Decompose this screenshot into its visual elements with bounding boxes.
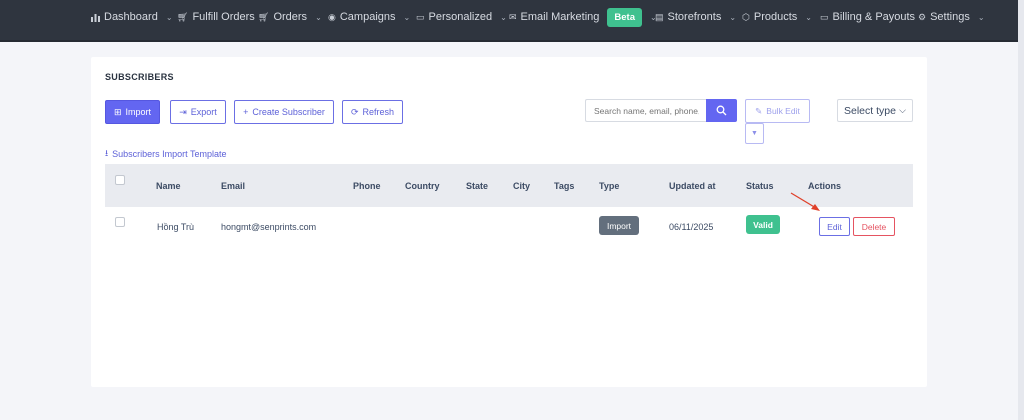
import-template-link[interactable]: ⭳ Subscribers Import Template: [105, 146, 227, 162]
chevron-down-icon: ⌄: [315, 12, 322, 22]
box-icon: ⬡: [742, 11, 750, 22]
annotation-arrow-icon: [790, 192, 820, 211]
target-icon: ◉: [328, 11, 336, 22]
cart-icon: 🛒︎: [177, 11, 189, 22]
subscriber-name: Hồng Trù: [157, 222, 195, 232]
chevron-down-icon: ⌄: [165, 12, 173, 22]
select-type-dropdown[interactable]: Select type ⌵: [837, 99, 913, 122]
nav-item-billing-payouts[interactable]: ▭ Billing & Payouts: [820, 0, 915, 34]
nav-item-email-marketing[interactable]: ✉ Email Marketing Beta ⌄: [509, 0, 657, 34]
column-header-state: State: [466, 180, 489, 191]
subscribers-card: SUBSCRIBERS ⊞ Import ⇥ Export + Create S…: [91, 57, 927, 387]
nav-item-label: Products: [753, 11, 798, 23]
row-checkbox[interactable]: [115, 217, 125, 227]
nav-item-label: Email Marketing: [520, 11, 600, 23]
nav-item-label: Settings: [930, 11, 970, 23]
select-type-value: Select type: [844, 104, 896, 117]
nav-item-label: Fulfill Orders: [192, 11, 255, 23]
chevron-down-icon: ⌄: [805, 12, 812, 22]
nav-item-label: Storefronts: [667, 11, 722, 23]
chevron-down-icon: ⌄: [500, 12, 507, 22]
import-icon: ⊞: [113, 106, 122, 117]
type-badge: Import: [599, 216, 639, 235]
column-header-status: Status: [746, 180, 774, 191]
search-input[interactable]: [585, 99, 707, 122]
bar-chart-icon: [91, 13, 100, 22]
updated-at: 06/11/2025: [669, 222, 714, 232]
import-button[interactable]: ⊞ Import: [105, 100, 160, 124]
column-header-type: Type: [599, 180, 620, 191]
chevron-down-icon: ⌄: [403, 12, 411, 22]
page-title: SUBSCRIBERS: [105, 72, 174, 82]
nav-item-label: Billing & Payouts: [832, 11, 916, 23]
nav-item-campaigns[interactable]: ◉ Campaigns ⌄: [328, 0, 410, 34]
card-icon: ▭: [820, 11, 829, 22]
nav-item-storefronts[interactable]: ▤ Storefronts ⌄: [655, 0, 736, 34]
import-button-label: Import: [125, 107, 152, 117]
nav-item-label: Dashboard: [104, 11, 158, 23]
nav-item-fulfill-orders[interactable]: 🛒︎ Fulfill Orders: [177, 0, 255, 34]
nav-item-label: Orders: [273, 11, 308, 23]
caret-down-icon: ▼: [751, 130, 758, 137]
nav-item-label: Campaigns: [339, 11, 396, 23]
chevron-down-icon: ⌄: [977, 12, 985, 22]
search-icon: [716, 105, 727, 116]
column-header-phone: Phone: [353, 180, 381, 191]
plus-icon: +: [243, 107, 249, 117]
column-header-name: Name: [156, 180, 181, 191]
column-header-tags: Tags: [554, 180, 575, 191]
column-header-country: Country: [405, 180, 440, 191]
column-header-city: City: [513, 180, 531, 191]
export-icon: ⇥: [179, 106, 187, 117]
nav-item-personalized[interactable]: ▭ Personalized ⌄: [416, 0, 507, 34]
import-template-label: Subscribers Import Template: [112, 149, 227, 159]
column-header-updated-at: Updated at: [669, 180, 716, 191]
gear-icon: ⚙: [918, 11, 927, 22]
refresh-icon: ⟳: [350, 106, 359, 117]
beta-badge: Beta: [607, 7, 642, 27]
export-button-label: Export: [190, 107, 217, 117]
edit-button[interactable]: Edit: [819, 217, 850, 236]
column-header-email: Email: [221, 180, 246, 191]
nav-item-dashboard[interactable]: Dashboard ⌄: [91, 0, 173, 34]
create-subscriber-button[interactable]: + Create Subscriber: [234, 100, 334, 124]
edit-icon: ✎: [755, 105, 763, 116]
bulk-edit-dropdown-toggle[interactable]: ▼: [745, 123, 764, 144]
page-scroll-edge: [1018, 0, 1024, 420]
delete-button[interactable]: Delete: [853, 217, 895, 236]
top-navbar: Dashboard ⌄ 🛒︎ Fulfill Orders 🛒︎ Orders …: [0, 0, 1024, 42]
chat-icon: ▭: [416, 11, 425, 22]
status-badge: Valid: [746, 215, 780, 234]
chevron-down-icon: ⌄: [729, 12, 737, 22]
storefront-icon: ▤: [655, 11, 664, 22]
search-button[interactable]: [706, 99, 737, 122]
nav-item-label: Personalized: [428, 11, 493, 23]
nav-item-products[interactable]: ⬡ Products ⌄: [742, 0, 812, 34]
nav-item-orders[interactable]: 🛒︎ Orders ⌄: [258, 0, 322, 34]
bulk-edit-button[interactable]: ✎ Bulk Edit: [745, 99, 810, 123]
create-subscriber-label: Create Subscriber: [252, 107, 325, 117]
select-all-checkbox[interactable]: [115, 175, 125, 185]
envelope-icon: ✉: [509, 11, 517, 22]
export-button[interactable]: ⇥ Export: [170, 100, 226, 124]
refresh-button-label: Refresh: [362, 107, 395, 117]
refresh-button[interactable]: ⟳ Refresh: [342, 100, 403, 124]
bulk-edit-label: Bulk Edit: [766, 106, 800, 116]
chevron-down-icon: ⌵: [899, 105, 906, 115]
nav-item-settings[interactable]: ⚙ Settings ⌄: [918, 0, 985, 34]
subscriber-email: hongmt@senprints.com: [221, 222, 317, 232]
cart-icon: 🛒︎: [258, 11, 270, 22]
download-icon: ⭳: [105, 148, 109, 158]
